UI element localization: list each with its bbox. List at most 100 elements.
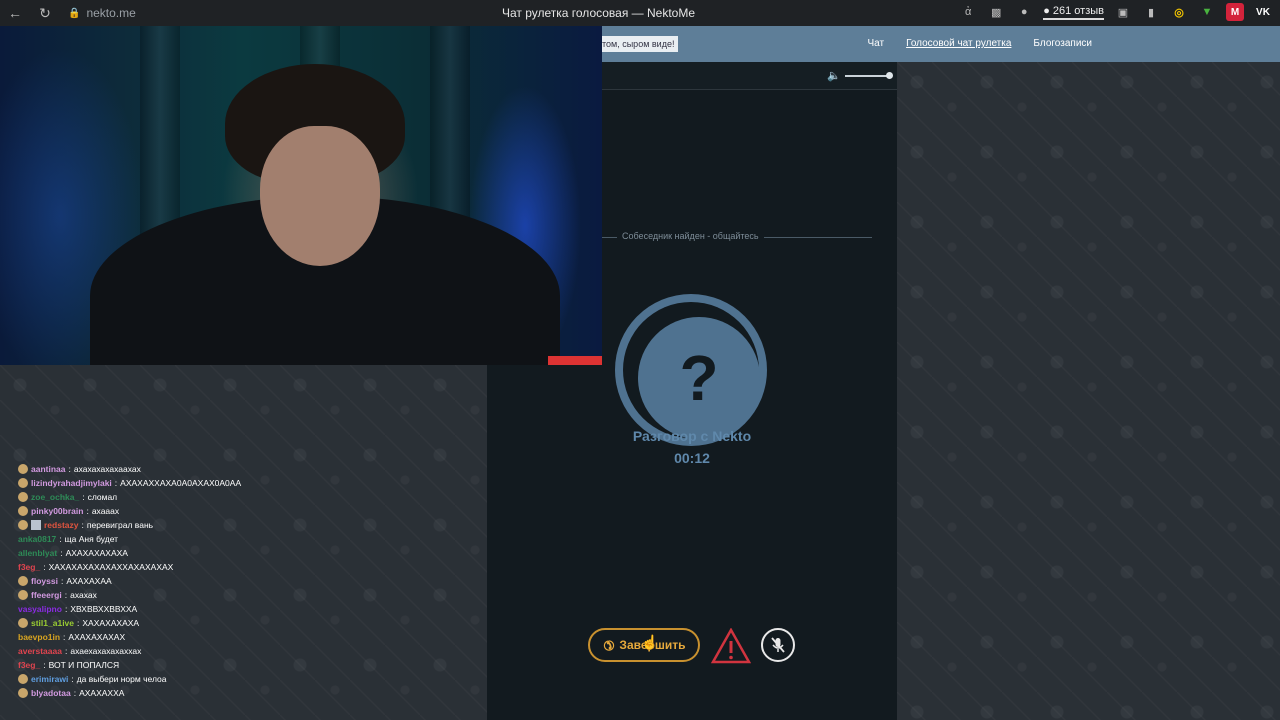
screenshot-icon[interactable]: ▣: [1114, 3, 1132, 21]
chat-separator: :: [64, 604, 68, 614]
chat-username[interactable]: redstazy: [44, 518, 79, 532]
chat-text: ХАХАХАХАХАХАХХАХАХАХАХ: [48, 562, 174, 572]
chat-username[interactable]: floyssi: [31, 574, 58, 588]
chat-message: zoe_ochka_: сломал: [18, 490, 398, 504]
nav-voice-roulette[interactable]: Голосовой чат рулетка: [906, 38, 1011, 49]
nav-chat[interactable]: Чат: [867, 38, 884, 49]
mute-microphone-button[interactable]: [761, 628, 795, 662]
chat-separator: :: [71, 674, 74, 684]
report-button[interactable]: [711, 628, 751, 664]
chat-username[interactable]: zoe_ochka_: [31, 490, 79, 504]
chat-text: сломал: [87, 492, 118, 502]
chat-username[interactable]: stil1_a1ive: [31, 616, 74, 630]
user-emote-icon: [18, 590, 28, 600]
speaker-icon: 🔈: [827, 70, 841, 82]
bookmark-icon[interactable]: ▮: [1142, 3, 1160, 21]
chat-username[interactable]: f3eg_: [18, 560, 40, 574]
chat-username[interactable]: ffeeergi: [31, 588, 62, 602]
chat-username[interactable]: anka0817: [18, 532, 56, 546]
volume-slider[interactable]: [845, 75, 891, 77]
chat-text: да выбери норм челоа: [76, 674, 167, 684]
chat-username[interactable]: f3eg_: [18, 658, 40, 672]
extension-puzzle-icon[interactable]: ▩: [987, 3, 1005, 21]
nav-blog[interactable]: Блогозаписи: [1033, 38, 1092, 49]
chat-username[interactable]: pinky00brain: [31, 504, 83, 518]
chat-message: baevpo1in: АХАХАХАХАХ: [18, 630, 398, 644]
volume-slider-handle[interactable]: [886, 72, 893, 79]
browser-extensions: ἀ ▩ ● ● 261 отзыв ▣ ▮ ◎ ▼ M VK: [959, 3, 1272, 21]
browser-toolbar: ← ↻ 🔒 nekto.me Чат рулетка голосовая — N…: [0, 0, 1280, 26]
phone-icon: ✆: [599, 636, 618, 655]
user-emote-icon: [18, 520, 28, 530]
user-emote-icon: [18, 506, 28, 516]
chat-separator: :: [60, 548, 63, 558]
chat-separator: :: [77, 618, 80, 628]
question-mark-icon: ?: [638, 317, 760, 439]
chat-username[interactable]: averstaaaa: [18, 644, 62, 658]
chat-text: ща Аня будет: [64, 534, 119, 544]
chat-text: ахахахахахаахах: [73, 464, 141, 474]
user-emote-icon: [18, 618, 28, 628]
chat-username[interactable]: blyadotaa: [31, 686, 71, 700]
reviews-badge[interactable]: ● 261 отзыв: [1043, 5, 1104, 20]
volume-bar: 🔈: [602, 62, 897, 90]
microphone-off-icon: [771, 637, 785, 653]
chat-separator: :: [68, 464, 71, 474]
chat-separator: :: [114, 478, 118, 488]
red-light: [548, 356, 602, 365]
user-emote-icon: [18, 576, 28, 586]
user-emote-icon: [18, 478, 28, 488]
chat-username[interactable]: baevpo1in: [18, 630, 60, 644]
user-emote-icon: [18, 492, 28, 502]
chat-username[interactable]: allenblyat: [18, 546, 57, 560]
mouse-cursor-icon: ☝: [641, 634, 659, 650]
partner-avatar: ?: [615, 294, 767, 446]
chat-text: АХАХАХАХАХ: [68, 632, 126, 642]
call-timer: 00:12: [674, 450, 710, 466]
user-emote-icon: [18, 674, 28, 684]
header-notice: том, сыром виде!: [598, 36, 679, 52]
address-bar[interactable]: 🔒 nekto.me: [68, 6, 136, 20]
chat-message: stil1_a1ive: ХАХАХАХАХА: [18, 616, 398, 630]
chat-message: pinky00brain: ахааах: [18, 504, 398, 518]
streamer-face: [260, 126, 380, 266]
chat-username[interactable]: erimirawi: [31, 672, 68, 686]
chat-message: vasyalipno: ХВХВВХХВВХХА: [18, 602, 398, 616]
speech-bubble-icon: ●: [1043, 4, 1050, 17]
reload-icon[interactable]: ↻: [30, 5, 60, 22]
chat-username[interactable]: aantinaa: [31, 462, 66, 476]
chat-text: перевиграл вань: [86, 520, 154, 530]
chat-text: ХВХВВХХВВХХА: [70, 604, 138, 614]
user-badge-icon: [31, 520, 41, 530]
chat-message: lizindyrahadjimylaki: АХАХАХХАХА0А0АХАХ0А…: [18, 476, 398, 490]
chat-message: f3eg_: ВОТ И ПОПАЛСЯ: [18, 658, 398, 672]
chat-message: floyssi: АХАХАХАА: [18, 574, 398, 588]
chat-username[interactable]: vasyalipno: [18, 602, 62, 616]
microphone-icon[interactable]: ●: [1015, 3, 1033, 21]
header-nav: Чат Голосовой чат рулетка Блогозаписи: [867, 38, 1092, 49]
chat-message: redstazy: перевиграл вань: [18, 518, 398, 532]
chat-text: АХАХАХАХАХА: [65, 548, 128, 558]
mail-extension-icon[interactable]: M: [1226, 3, 1244, 21]
chat-message: averstaaaa: ахаехахахахаххах: [18, 644, 398, 658]
chat-message: anka0817: ща Аня будет: [18, 532, 398, 546]
translate-icon[interactable]: ἀ: [959, 3, 977, 21]
chat-text: АХАХАХХА: [79, 688, 125, 698]
chat-message: f3eg_: ХАХАХАХАХАХАХХАХАХАХАХ: [18, 560, 398, 574]
yandex-extension-icon[interactable]: ◎: [1170, 3, 1188, 21]
download-extension-icon[interactable]: ▼: [1198, 3, 1216, 21]
url-text: nekto.me: [86, 6, 136, 20]
chat-separator: :: [43, 562, 46, 572]
chat-text: АХАХАХХАХА0А0АХАХ0А0АА: [120, 478, 242, 488]
webcam-overlay: [0, 26, 602, 365]
back-icon[interactable]: ←: [0, 5, 30, 21]
chat-separator: :: [63, 632, 66, 642]
user-emote-icon: [18, 464, 28, 474]
chat-separator: :: [73, 688, 77, 698]
chat-username[interactable]: lizindyrahadjimylaki: [31, 476, 112, 490]
stream-chat-overlay: aantinaa: ахахахахахаахах lizindyrahadjimy…: [18, 462, 398, 700]
lock-icon: 🔒: [68, 7, 81, 19]
vk-extension-icon[interactable]: VK: [1254, 3, 1272, 21]
chat-separator: :: [82, 492, 85, 502]
chat-text: ахаехахахахаххах: [70, 646, 142, 656]
